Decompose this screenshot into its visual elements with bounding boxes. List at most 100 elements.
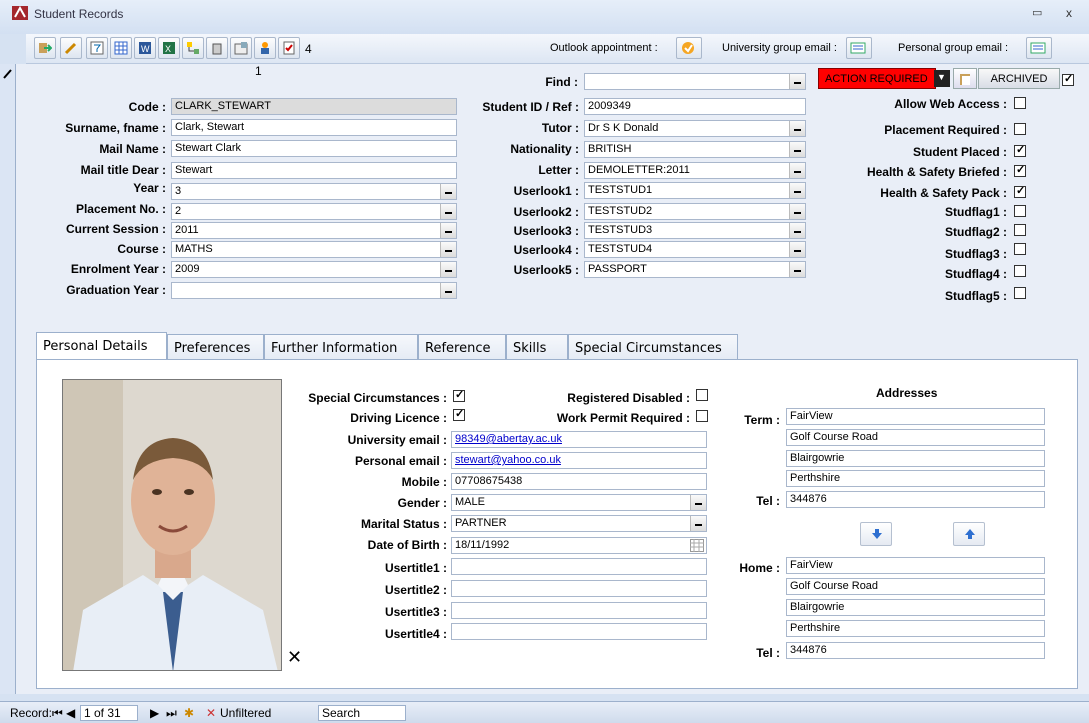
home-tel-field[interactable]: 344876 xyxy=(786,642,1045,659)
userlook5-combo[interactable]: PASSPORT xyxy=(584,261,806,278)
personal-group-email-button[interactable] xyxy=(1026,37,1052,59)
nationality-combo[interactable]: BRITISH xyxy=(584,141,806,158)
filter-button[interactable] xyxy=(86,37,108,59)
tab-personal-details[interactable]: Personal Details xyxy=(36,332,167,362)
usertitle4-field[interactable] xyxy=(451,623,707,640)
recycle-button[interactable] xyxy=(206,37,228,59)
calendar-icon[interactable] xyxy=(690,539,704,552)
special-circumstances-checkbox[interactable] xyxy=(453,388,465,402)
action-required-dropdown[interactable]: ▼ xyxy=(934,70,950,87)
student-button[interactable] xyxy=(254,37,276,59)
filter-status[interactable]: Unfiltered xyxy=(220,706,271,720)
current-session-combo[interactable]: 2011 xyxy=(171,222,457,239)
datasheet-button[interactable] xyxy=(110,37,132,59)
search-input[interactable]: Search xyxy=(318,705,406,721)
placement-required-checkbox[interactable] xyxy=(1014,123,1026,135)
new-record-icon[interactable]: ✱ xyxy=(184,706,194,720)
tab-skills[interactable]: Skills xyxy=(506,334,568,362)
university-email-link[interactable]: 98349@abertay.ac.uk xyxy=(455,433,562,445)
chevron-down-icon[interactable] xyxy=(440,204,456,219)
studflag1-checkbox[interactable] xyxy=(1014,205,1026,217)
graduation-year-combo[interactable] xyxy=(171,282,457,299)
home-address-line3[interactable]: Blairgowrie xyxy=(786,599,1045,616)
usertitle3-field[interactable] xyxy=(451,602,707,619)
personal-email-link[interactable]: stewart@yahoo.co.uk xyxy=(455,454,561,466)
archived-button[interactable]: ARCHIVED xyxy=(978,68,1060,89)
term-address-line1[interactable]: FairView xyxy=(786,408,1045,425)
userlook2-combo[interactable]: TESTSTUD2 xyxy=(584,203,806,220)
first-record-icon[interactable]: ⏮ xyxy=(52,706,63,721)
usertitle1-field[interactable] xyxy=(451,558,707,575)
student-placed-checkbox[interactable] xyxy=(1014,143,1026,157)
mobile-field[interactable]: 07708675438 xyxy=(451,473,707,490)
chevron-down-icon[interactable] xyxy=(440,283,456,298)
tab-preferences[interactable]: Preferences xyxy=(167,334,264,362)
exit-button[interactable] xyxy=(34,37,56,59)
term-address-line2[interactable]: Golf Course Road xyxy=(786,429,1045,446)
marital-status-combo[interactable]: PARTNER xyxy=(451,515,707,532)
tab-special-circumstances[interactable]: Special Circumstances xyxy=(568,334,738,362)
term-address-line3[interactable]: Blairgowrie xyxy=(786,450,1045,467)
usertitle2-field[interactable] xyxy=(451,580,707,597)
filter-clear-icon[interactable]: ✕ xyxy=(206,706,216,720)
placement-no-combo[interactable]: 2 xyxy=(171,203,457,220)
excel-export-button[interactable]: X xyxy=(158,37,180,59)
record-selector[interactable] xyxy=(0,64,16,694)
copy-up-button[interactable] xyxy=(953,522,985,546)
university-group-email-button[interactable] xyxy=(846,37,872,59)
studflag2-checkbox[interactable] xyxy=(1014,224,1026,236)
work-permit-checkbox[interactable] xyxy=(696,410,708,422)
action-required-field[interactable]: ACTION REQUIRED xyxy=(818,68,936,89)
find-combo[interactable] xyxy=(584,73,806,90)
chevron-down-icon[interactable] xyxy=(440,242,456,257)
gender-combo[interactable]: MALE xyxy=(451,494,707,511)
chevron-down-icon[interactable] xyxy=(789,74,805,89)
mail-name-field[interactable]: Stewart Clark xyxy=(171,140,457,157)
archived-checkbox[interactable] xyxy=(1062,72,1074,86)
properties-button[interactable] xyxy=(230,37,252,59)
driving-licence-checkbox[interactable] xyxy=(453,407,465,421)
term-tel-field[interactable]: 344876 xyxy=(786,491,1045,508)
home-address-line1[interactable]: FairView xyxy=(786,557,1045,574)
registered-disabled-checkbox[interactable] xyxy=(696,389,708,401)
mail-title-field[interactable]: Stewart xyxy=(171,162,457,179)
checklist-button[interactable] xyxy=(278,37,300,59)
date-of-birth-field[interactable]: 18/11/1992 xyxy=(451,537,707,554)
hs-pack-checkbox[interactable] xyxy=(1014,184,1026,198)
surname-field[interactable]: Clark, Stewart xyxy=(171,119,457,136)
relationships-button[interactable] xyxy=(182,37,204,59)
outlook-appointment-button[interactable] xyxy=(676,37,702,59)
hs-briefed-checkbox[interactable] xyxy=(1014,163,1026,177)
university-email-field[interactable]: 98349@abertay.ac.uk xyxy=(451,431,707,448)
student-id-field[interactable]: 2009349 xyxy=(584,98,806,115)
userlook3-combo[interactable]: TESTSTUD3 xyxy=(584,222,806,239)
edit-button[interactable] xyxy=(60,37,82,59)
clear-photo-icon[interactable]: ✕ xyxy=(287,648,303,666)
chevron-down-icon[interactable] xyxy=(440,262,456,277)
personal-email-field[interactable]: stewart@yahoo.co.uk xyxy=(451,452,707,469)
enrolment-year-combo[interactable]: 2009 xyxy=(171,261,457,278)
previous-record-icon[interactable]: ◀ xyxy=(66,706,75,720)
tab-further-information[interactable]: Further Information xyxy=(264,334,418,362)
chevron-down-icon[interactable] xyxy=(440,184,456,199)
tab-reference[interactable]: Reference xyxy=(418,334,506,362)
home-address-line2[interactable]: Golf Course Road xyxy=(786,578,1045,595)
current-record-field[interactable]: 1 of 31 xyxy=(80,705,138,721)
close-button[interactable]: x xyxy=(1066,6,1072,20)
term-address-line4[interactable]: Perthshire xyxy=(786,470,1045,487)
userlook1-combo[interactable]: TESTSTUD1 xyxy=(584,182,806,199)
letter-combo[interactable]: DEMOLETTER:2011 xyxy=(584,162,806,179)
last-record-icon[interactable]: ⏭ xyxy=(166,706,177,721)
studflag3-checkbox[interactable] xyxy=(1014,243,1026,255)
userlook4-combo[interactable]: TESTSTUD4 xyxy=(584,241,806,258)
next-record-icon[interactable]: ▶ xyxy=(150,706,159,720)
code-field[interactable]: CLARK_STEWART xyxy=(171,98,457,115)
studflag5-checkbox[interactable] xyxy=(1014,287,1026,299)
tutor-combo[interactable]: Dr S K Donald xyxy=(584,120,806,137)
copy-down-button[interactable] xyxy=(860,522,892,546)
chevron-down-icon[interactable] xyxy=(440,223,456,238)
word-export-button[interactable]: W xyxy=(134,37,156,59)
allow-web-access-checkbox[interactable] xyxy=(1014,97,1026,109)
course-combo[interactable]: MATHS xyxy=(171,241,457,258)
chevron-down-icon[interactable] xyxy=(690,495,706,510)
